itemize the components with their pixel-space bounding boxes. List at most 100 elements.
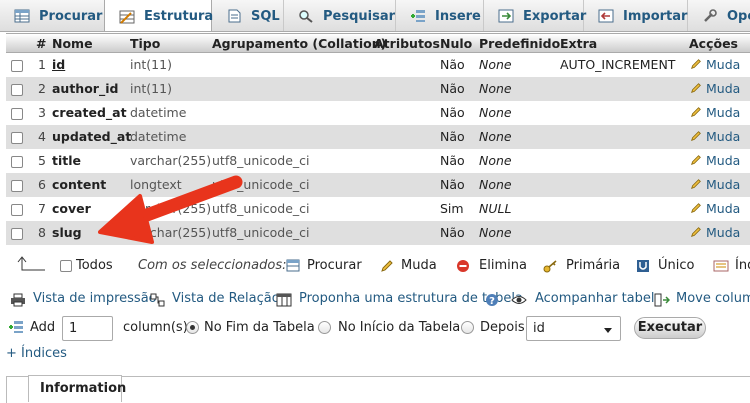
at-end-radio[interactable] <box>186 321 199 334</box>
table-row: 1 id int(11) Não None AUTO_INCREMENT Muda <box>6 53 750 77</box>
information-tab[interactable]: Information <box>28 375 126 402</box>
tab-insert[interactable]: Insere <box>396 0 484 31</box>
col-header-actions: Acções <box>689 36 738 51</box>
tab-sql[interactable]: SQL <box>212 0 284 31</box>
change-column-link[interactable]: Muda <box>689 153 740 168</box>
row-checkbox[interactable] <box>11 180 23 192</box>
at-start-radio[interactable] <box>318 321 331 334</box>
selected-index-button[interactable]: Índ <box>735 258 750 273</box>
row-checkbox[interactable] <box>11 204 23 216</box>
after-radio[interactable] <box>461 321 474 334</box>
select-all-label[interactable]: Todos <box>76 258 113 273</box>
at-start-label[interactable]: No Início da Tabela <box>338 320 460 335</box>
tab-label: Pesquisar <box>323 8 396 24</box>
change-column-link[interactable]: Muda <box>689 105 740 120</box>
export-icon <box>498 9 514 23</box>
change-label: Muda <box>706 81 741 96</box>
tab-search[interactable]: Pesquisar <box>284 0 396 31</box>
tab-import[interactable]: Importar <box>584 0 688 31</box>
field-default: NULL <box>479 201 512 216</box>
col-header-extra: Extra <box>560 36 598 51</box>
change-column-link[interactable]: Muda <box>689 57 740 72</box>
row-number: 8 <box>38 225 46 240</box>
change-column-link[interactable]: Muda <box>689 177 740 192</box>
row-checkbox[interactable] <box>11 156 23 168</box>
pencil-icon <box>691 203 701 213</box>
field-name: id <box>52 57 66 72</box>
key-icon <box>543 259 559 277</box>
field-collation: utf8_unicode_ci <box>212 225 310 240</box>
field-type: longtext <box>130 177 182 192</box>
field-null: Não <box>440 153 465 168</box>
tab-browse[interactable]: Procurar <box>0 0 105 31</box>
field-collation: utf8_unicode_ci <box>212 177 310 192</box>
field-type: int(11) <box>130 57 172 72</box>
tab-structure[interactable]: Estrutura <box>104 0 213 31</box>
field-collation: utf8_unicode_ci <box>212 201 310 216</box>
row-checkbox[interactable] <box>11 60 23 72</box>
field-type: datetime <box>130 129 187 144</box>
after-label[interactable]: Depois <box>480 320 525 335</box>
tab-label: SQL <box>251 8 280 24</box>
tab-operations[interactable]: Oper <box>688 0 750 31</box>
change-column-link[interactable]: Muda <box>689 129 740 144</box>
selected-browse-button[interactable]: Procurar <box>307 258 362 273</box>
change-column-link[interactable]: Muda <box>689 225 740 240</box>
move-columns-link[interactable]: Move colum <box>676 291 750 306</box>
help-icon[interactable]: ? <box>485 293 499 311</box>
field-null: Não <box>440 177 465 192</box>
tab-export[interactable]: Exportar <box>484 0 586 31</box>
select-all-arrow-icon <box>17 256 47 278</box>
tab-label: Insere <box>435 8 481 24</box>
row-number: 6 <box>38 177 46 192</box>
structure-table: # Nome Tipo Agrupamento (Collation) Atri… <box>6 33 750 245</box>
print-view-link[interactable]: Vista de impressão <box>33 291 157 306</box>
field-type: datetime <box>130 105 187 120</box>
at-end-label[interactable]: No Fim da Tabela <box>204 320 315 335</box>
add-columns-form: Add 1 column(s) No Fim da Tabela No Iníc… <box>0 315 750 341</box>
table-row: 8 slug varchar(255) utf8_unicode_ci Não None M… <box>6 221 750 245</box>
selected-drop-button[interactable]: Elimina <box>479 258 527 273</box>
row-number: 3 <box>38 105 46 120</box>
structure-icon <box>119 10 135 24</box>
change-column-link[interactable]: Muda <box>689 81 740 96</box>
select-all-checkbox[interactable] <box>60 260 72 272</box>
execute-button[interactable]: Executar <box>634 317 706 339</box>
after-column-select[interactable]: id <box>526 316 621 341</box>
field-type: varchar(255) <box>130 201 212 216</box>
insert-icon <box>410 9 426 23</box>
columns-label: column(s) <box>123 320 188 335</box>
indexes-toggle-link[interactable]: + Índices <box>6 346 67 361</box>
track-table-link[interactable]: Acompanhar tabela <box>535 291 662 306</box>
browse-icon <box>14 9 30 23</box>
row-checkbox[interactable] <box>11 228 23 240</box>
selected-unique-button[interactable]: Único <box>658 258 694 273</box>
col-header-attributes: Atributos <box>374 36 440 51</box>
table-row: 5 title varchar(255) utf8_unicode_ci Não None… <box>6 149 750 173</box>
field-type: varchar(255) <box>130 225 212 240</box>
row-checkbox[interactable] <box>11 132 23 144</box>
selected-change-button[interactable]: Muda <box>401 258 437 273</box>
change-label: Muda <box>706 177 741 192</box>
pencil-icon <box>691 227 701 237</box>
change-column-link[interactable]: Muda <box>689 201 740 216</box>
tab-bar: Procurar Estrutura SQL Pesquisar Insere … <box>0 0 750 32</box>
move-columns-icon <box>654 293 671 311</box>
selected-primary-button[interactable]: Primária <box>566 258 620 273</box>
col-header-name[interactable]: Nome <box>52 36 93 51</box>
unique-icon <box>636 259 650 277</box>
column-count-input[interactable]: 1 <box>62 316 113 341</box>
field-name: slug <box>52 225 82 240</box>
field-null: Não <box>440 81 465 96</box>
field-default: None <box>479 57 512 72</box>
row-checkbox[interactable] <box>11 108 23 120</box>
operations-icon <box>702 9 718 23</box>
table-row: 2 author_id int(11) Não None Muda <box>6 77 750 101</box>
relation-view-link[interactable]: Vista de Relação <box>172 291 280 306</box>
change-label: Muda <box>706 153 741 168</box>
import-icon <box>598 9 614 23</box>
change-label: Muda <box>706 105 741 120</box>
field-name: cover <box>52 201 91 216</box>
field-name: updated_at <box>52 129 132 144</box>
row-checkbox[interactable] <box>11 84 23 96</box>
